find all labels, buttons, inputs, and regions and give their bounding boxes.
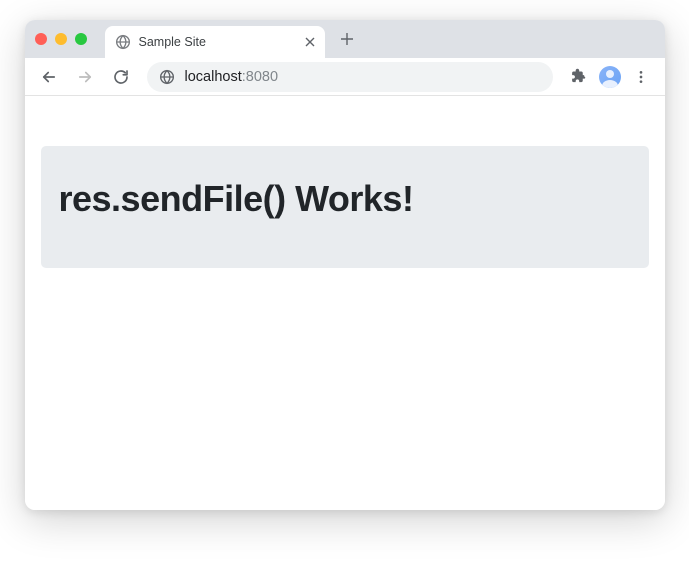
window-maximize-button[interactable] (75, 33, 87, 45)
menu-button[interactable] (625, 61, 657, 93)
url-text: localhost:8080 (185, 69, 279, 85)
new-tab-button[interactable] (333, 25, 361, 53)
tab-strip: Sample Site (25, 20, 665, 58)
url-port: :8080 (242, 69, 278, 85)
site-info-icon[interactable] (159, 69, 175, 85)
forward-button[interactable] (69, 61, 101, 93)
browser-window: Sample Site (25, 20, 665, 510)
window-close-button[interactable] (35, 33, 47, 45)
toolbar-right (563, 61, 657, 93)
globe-icon (115, 34, 131, 50)
page-heading: res.sendFile() Works! (59, 178, 631, 220)
url-host: localhost (185, 69, 242, 85)
page-viewport: res.sendFile() Works! (25, 96, 665, 510)
tab-close-button[interactable] (305, 37, 315, 47)
browser-toolbar: localhost:8080 (25, 58, 665, 96)
back-button[interactable] (33, 61, 65, 93)
window-minimize-button[interactable] (55, 33, 67, 45)
browser-tab[interactable]: Sample Site (105, 26, 325, 58)
tab-title: Sample Site (139, 35, 297, 49)
profile-avatar[interactable] (599, 66, 621, 88)
reload-button[interactable] (105, 61, 137, 93)
window-controls (35, 33, 87, 45)
jumbotron: res.sendFile() Works! (41, 146, 649, 268)
extensions-button[interactable] (563, 61, 595, 93)
address-bar[interactable]: localhost:8080 (147, 62, 553, 92)
